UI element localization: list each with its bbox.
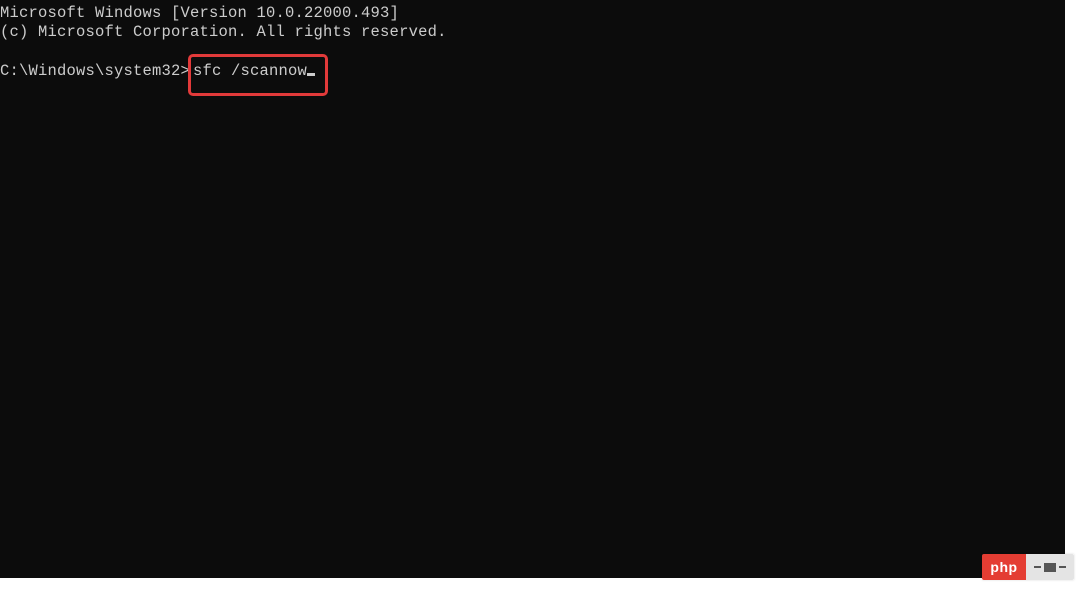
watermark-text: php [982, 554, 1026, 580]
terminal-header-line-1: Microsoft Windows [Version 10.0.22000.49… [0, 4, 1065, 23]
watermark-graphic [1026, 554, 1074, 580]
watermark-block-icon [1044, 563, 1056, 572]
watermark-dash-icon [1034, 566, 1041, 568]
annotation-highlight-box: sfc /scannow [188, 54, 328, 96]
terminal-prompt: C:\Windows\system32> [0, 62, 190, 81]
terminal-prompt-line[interactable]: C:\Windows\system32>sfc /scannow [0, 61, 1065, 96]
terminal-header-line-2: (c) Microsoft Corporation. All rights re… [0, 23, 1065, 42]
command-prompt-window[interactable]: Microsoft Windows [Version 10.0.22000.49… [0, 0, 1065, 578]
watermark-badge: php [982, 554, 1074, 580]
terminal-blank-line [0, 42, 1065, 61]
watermark-dash-icon [1059, 566, 1066, 568]
terminal-cursor [307, 73, 315, 76]
terminal-command-input[interactable]: sfc /scannow [193, 62, 307, 81]
